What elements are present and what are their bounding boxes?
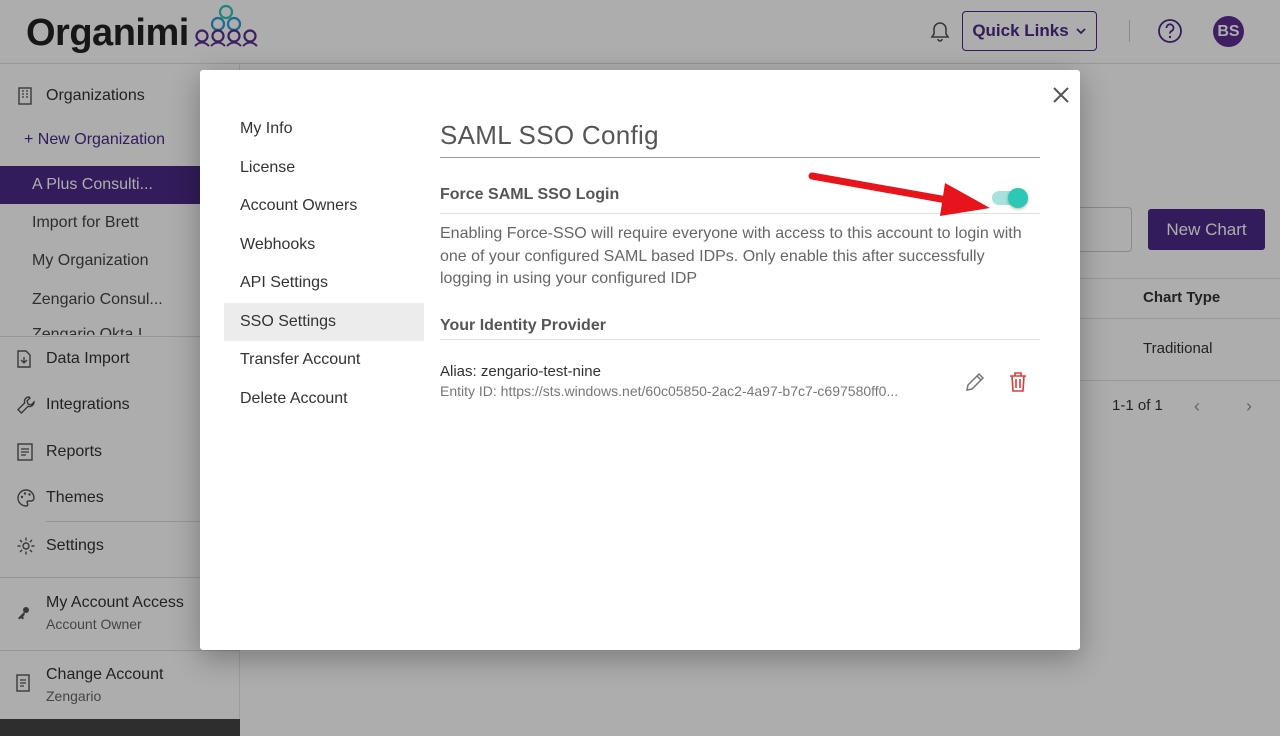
menu-item-my-info[interactable]: My Info (224, 110, 424, 149)
toggle-thumb (1008, 188, 1028, 208)
menu-item-license[interactable]: License (224, 149, 424, 188)
menu-item-webhooks[interactable]: Webhooks (224, 226, 424, 265)
identity-provider-row: Alias: zengario-test-nine Entity ID: htt… (440, 363, 1040, 403)
force-sso-label: Force SAML SSO Login (440, 186, 620, 203)
account-settings-modal: My Info License Account Owners Webhooks … (200, 70, 1080, 650)
page-title: SAML SSO Config (440, 120, 1040, 158)
menu-item-account-owners[interactable]: Account Owners (224, 187, 424, 226)
force-sso-description: Enabling Force-SSO will require everyone… (440, 225, 1022, 287)
annotation-arrow-icon (808, 172, 990, 216)
settings-menu: My Info License Account Owners Webhooks … (224, 110, 424, 418)
menu-item-api-settings[interactable]: API Settings (224, 264, 424, 303)
idp-alias: Alias: zengario-test-nine (440, 362, 601, 380)
trash-icon[interactable] (1008, 371, 1028, 393)
menu-item-delete-account[interactable]: Delete Account (224, 380, 424, 419)
menu-item-transfer-account[interactable]: Transfer Account (224, 341, 424, 380)
idp-entity-id: Entity ID: https://sts.windows.net/60c05… (440, 382, 899, 399)
sso-config-panel: SAML SSO Config Force SAML SSO Login Ena… (440, 120, 1040, 403)
close-icon[interactable] (1049, 83, 1073, 107)
pencil-icon[interactable] (964, 371, 986, 393)
identity-provider-header: Your Identity Provider (440, 317, 1040, 340)
menu-item-sso-settings[interactable]: SSO Settings (224, 302, 424, 341)
